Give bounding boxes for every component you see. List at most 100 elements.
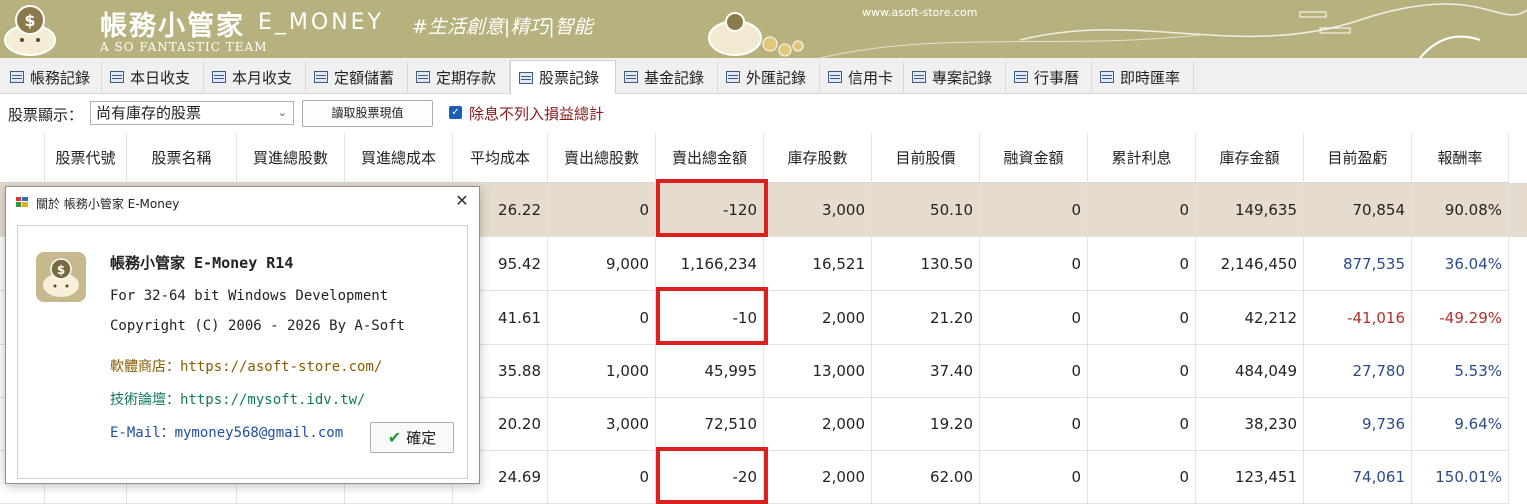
table-cell[interactable]: 149,635 bbox=[1196, 183, 1304, 237]
tab-month[interactable]: 本月收支 bbox=[204, 62, 306, 92]
tab-projects[interactable]: 專案記錄 bbox=[904, 62, 1006, 92]
tab-calendar[interactable]: 行事曆 bbox=[1006, 62, 1092, 92]
table-cell[interactable]: 484,049 bbox=[1196, 345, 1304, 398]
table-icon bbox=[726, 71, 740, 83]
forum-link[interactable]: 技術論壇：https://mysoft.idv.tw/ bbox=[110, 389, 365, 409]
table-cell[interactable]: 2,146,450 bbox=[1196, 237, 1304, 291]
table-cell[interactable]: 0 bbox=[980, 291, 1088, 345]
dividend-checkbox[interactable]: ✓ bbox=[449, 106, 462, 119]
email-link[interactable]: E-Mail：mymoney568@gmail.com bbox=[110, 422, 343, 442]
dialog-titlebar[interactable]: 關於 帳務小管家 E-Money ✕ bbox=[6, 187, 479, 217]
table-cell[interactable]: 45,995 bbox=[656, 345, 764, 398]
table-cell[interactable]: 0 bbox=[548, 451, 656, 504]
column-header[interactable]: 累計利息 bbox=[1088, 133, 1196, 183]
table-icon bbox=[912, 71, 926, 83]
table-cell[interactable]: -41,016 bbox=[1304, 291, 1412, 345]
table-cell[interactable]: 72,510 bbox=[656, 398, 764, 451]
column-header[interactable]: 庫存金額 bbox=[1196, 133, 1304, 183]
table-cell[interactable]: 37.40 bbox=[872, 345, 980, 398]
column-header[interactable]: 買進總成本 bbox=[345, 133, 453, 183]
column-header[interactable]: 賣出總金額 bbox=[656, 133, 764, 183]
table-cell[interactable]: 2,000 bbox=[764, 398, 872, 451]
tab-deposit[interactable]: 定期存款 bbox=[408, 62, 510, 92]
ok-button[interactable]: ✔ 確定 bbox=[370, 422, 454, 453]
table-cell[interactable]: 0 bbox=[980, 398, 1088, 451]
shop-link[interactable]: 軟體商店：https://asoft-store.com/ bbox=[110, 356, 382, 376]
tab-bar: 帳務記錄 本日收支 本月收支 定額儲蓄 定期存款 股票記錄 基金記錄 外匯記錄 … bbox=[0, 58, 1527, 94]
tab-today[interactable]: 本日收支 bbox=[102, 62, 204, 92]
table-cell[interactable]: 3,000 bbox=[548, 398, 656, 451]
dividend-checkbox-label[interactable]: 除息不列入損益總計 bbox=[469, 103, 604, 124]
table-cell[interactable]: 0 bbox=[1088, 345, 1196, 398]
table-cell[interactable]: 19.20 bbox=[872, 398, 980, 451]
table-cell[interactable]: 0 bbox=[1088, 183, 1196, 237]
table-cell[interactable]: 9.64% bbox=[1412, 398, 1509, 451]
table-cell[interactable]: 2,000 bbox=[764, 451, 872, 504]
table-cell[interactable]: 9,000 bbox=[548, 237, 656, 291]
fetch-stock-price-button[interactable]: 讀取股票現值 bbox=[302, 100, 433, 127]
table-cell[interactable]: 16,521 bbox=[764, 237, 872, 291]
table-icon bbox=[1014, 71, 1028, 83]
table-cell[interactable]: 70,854 bbox=[1304, 183, 1412, 237]
column-header[interactable]: 目前盈虧 bbox=[1304, 133, 1412, 183]
table-cell[interactable]: 0 bbox=[980, 183, 1088, 237]
column-header[interactable]: 買進總股數 bbox=[237, 133, 345, 183]
stock-toolbar: 股票顯示： 尚有庫存的股票 ⌄ 讀取股票現值 ✓ 除息不列入損益總計 bbox=[0, 94, 1527, 132]
table-cell[interactable]: 0 bbox=[1088, 398, 1196, 451]
table-cell[interactable]: 38,230 bbox=[1196, 398, 1304, 451]
column-header[interactable]: 股票名稱 bbox=[127, 133, 237, 183]
column-header[interactable]: 融資金額 bbox=[980, 133, 1088, 183]
table-cell[interactable]: 13,000 bbox=[764, 345, 872, 398]
table-cell[interactable]: 21.20 bbox=[872, 291, 980, 345]
close-icon[interactable]: ✕ bbox=[453, 191, 471, 210]
banner-decoration-icon bbox=[708, 3, 1527, 58]
tab-funds[interactable]: 基金記錄 bbox=[616, 62, 718, 92]
table-cell[interactable]: 2,000 bbox=[764, 291, 872, 345]
table-cell[interactable]: 0 bbox=[980, 451, 1088, 504]
column-header[interactable]: 股票代號 bbox=[45, 133, 127, 183]
table-cell[interactable]: 5.53% bbox=[1412, 345, 1509, 398]
table-cell[interactable]: 90.08% bbox=[1412, 183, 1509, 237]
tab-savings[interactable]: 定額儲蓄 bbox=[306, 62, 408, 92]
table-cell[interactable]: 27,780 bbox=[1304, 345, 1412, 398]
column-header[interactable]: 平均成本 bbox=[453, 133, 548, 183]
highlight-box bbox=[656, 447, 768, 504]
table-cell[interactable]: 1,000 bbox=[548, 345, 656, 398]
table-cell[interactable]: 9,736 bbox=[1304, 398, 1412, 451]
table-cell[interactable]: 1,166,234 bbox=[656, 237, 764, 291]
table-cell[interactable]: 123,451 bbox=[1196, 451, 1304, 504]
table-cell[interactable]: 0 bbox=[1088, 237, 1196, 291]
tab-stocks[interactable]: 股票記錄 bbox=[510, 60, 616, 94]
table-cell[interactable]: 0 bbox=[980, 345, 1088, 398]
column-header[interactable]: 庫存股數 bbox=[764, 133, 872, 183]
table-cell[interactable]: 42,212 bbox=[1196, 291, 1304, 345]
tab-forex[interactable]: 外匯記錄 bbox=[718, 62, 820, 92]
app-banner: $ 帳務小管家 E_MONEY A SO FANTASTIC TEAM #生活創… bbox=[0, 0, 1527, 58]
tab-credit-card[interactable]: 信用卡 bbox=[820, 62, 904, 92]
table-cell[interactable]: 36.04% bbox=[1412, 237, 1509, 291]
brand-title-en: E_MONEY bbox=[258, 10, 384, 35]
table-cell[interactable]: 877,535 bbox=[1304, 237, 1412, 291]
table-cell[interactable]: 74,061 bbox=[1304, 451, 1412, 504]
column-header[interactable]: 賣出總股數 bbox=[548, 133, 656, 183]
row-header-corner bbox=[0, 133, 45, 183]
column-header[interactable]: 目前股價 bbox=[872, 133, 980, 183]
table-cell[interactable]: 0 bbox=[980, 237, 1088, 291]
brand-url[interactable]: www.asoft-store.com bbox=[862, 6, 977, 19]
table-cell[interactable]: -49.29% bbox=[1412, 291, 1509, 345]
window-icon bbox=[16, 197, 28, 207]
table-cell[interactable]: 150.01% bbox=[1412, 451, 1509, 504]
stock-filter-select[interactable]: 尚有庫存的股票 ⌄ bbox=[90, 101, 294, 125]
table-cell[interactable]: 62.00 bbox=[872, 451, 980, 504]
table-cell[interactable]: 0 bbox=[548, 291, 656, 345]
table-cell[interactable]: 0 bbox=[548, 183, 656, 237]
table-cell[interactable]: 50.10 bbox=[872, 183, 980, 237]
table-cell[interactable]: 0 bbox=[1088, 291, 1196, 345]
tab-accounts[interactable]: 帳務記錄 bbox=[2, 62, 102, 92]
table-cell[interactable]: 3,000 bbox=[764, 183, 872, 237]
table-cell[interactable]: 130.50 bbox=[872, 237, 980, 291]
copyright-text: Copyright (C) 2006 - 2026 By A-Soft bbox=[110, 318, 406, 334]
tab-live-rates[interactable]: 即時匯率 bbox=[1092, 62, 1194, 92]
table-cell[interactable]: 0 bbox=[1088, 451, 1196, 504]
column-header[interactable]: 報酬率 bbox=[1412, 133, 1509, 183]
